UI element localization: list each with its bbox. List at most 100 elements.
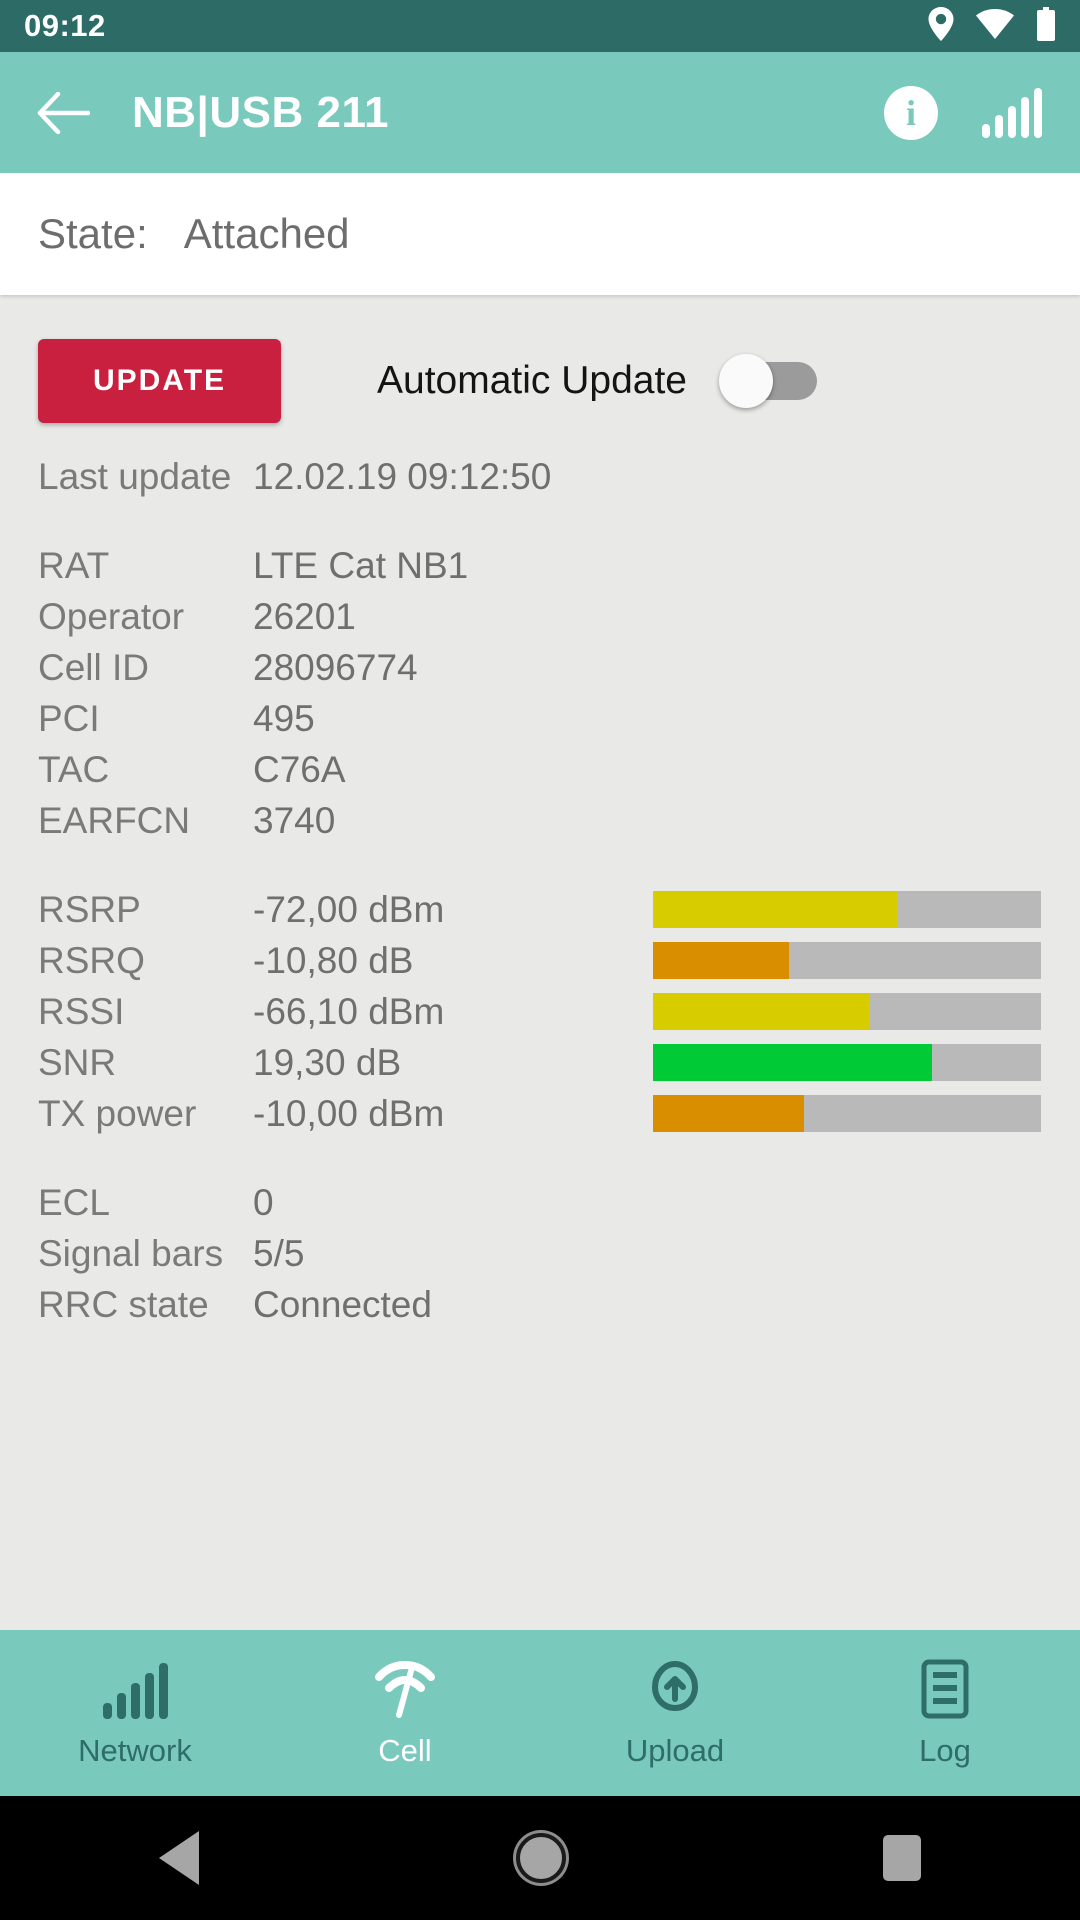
data-row: ECL 0 bbox=[38, 1177, 1042, 1228]
data-row: RAT LTE Cat NB1 bbox=[38, 540, 1042, 591]
row-value: 28096774 bbox=[253, 646, 418, 688]
row-key: RAT bbox=[38, 544, 110, 586]
data-row: Cell ID 28096774 bbox=[38, 642, 1042, 693]
state-label: State: bbox=[38, 210, 148, 257]
toggle-thumb bbox=[719, 354, 774, 408]
wifi-icon bbox=[976, 8, 1014, 44]
nav-tab-cell[interactable]: Cell bbox=[270, 1630, 540, 1796]
data-row: RSRP -72,00 dBm bbox=[38, 884, 1042, 935]
location-icon bbox=[928, 6, 954, 46]
android-back-icon[interactable] bbox=[158, 1831, 199, 1885]
last-update-group: Last update 12.02.19 09:12:50 bbox=[38, 451, 1042, 502]
row-value: 12.02.19 09:12:50 bbox=[253, 455, 552, 497]
nav-tab-log[interactable]: Log bbox=[810, 1630, 1080, 1796]
row-value: -10,00 dBm bbox=[253, 1092, 445, 1134]
row-key: TAC bbox=[38, 748, 110, 790]
data-row: RRC state Connected bbox=[38, 1279, 1042, 1330]
nav-tab-label: Cell bbox=[378, 1733, 432, 1768]
nav-tab-label: Log bbox=[919, 1733, 971, 1768]
signal-bars-icon bbox=[102, 1663, 168, 1719]
data-row: TX power -10,00 dBm bbox=[38, 1088, 1042, 1139]
data-row: SNR 19,30 dB bbox=[38, 1037, 1042, 1088]
data-row: PCI 495 bbox=[38, 693, 1042, 744]
data-row: EARFCN 3740 bbox=[38, 795, 1042, 846]
row-value: LTE Cat NB1 bbox=[253, 544, 469, 586]
data-row: Last update 12.02.19 09:12:50 bbox=[38, 451, 1042, 502]
row-key: SNR bbox=[38, 1041, 117, 1083]
row-key: RSSI bbox=[38, 990, 125, 1032]
app-bar: NB|USB 211 i bbox=[0, 52, 1080, 173]
nav-tab-upload[interactable]: Upload bbox=[540, 1630, 810, 1796]
metric-bar-fill bbox=[653, 891, 898, 928]
page-title: NB|USB 211 bbox=[132, 87, 389, 137]
nav-icon-wrapper bbox=[920, 1657, 970, 1719]
row-value: C76A bbox=[253, 748, 346, 790]
row-key: EARFCN bbox=[38, 799, 191, 841]
row-value: 19,30 dB bbox=[253, 1041, 402, 1083]
battery-icon bbox=[1036, 6, 1056, 46]
row-key: PCI bbox=[38, 697, 100, 739]
row-key: RSRP bbox=[38, 888, 141, 930]
metric-bar bbox=[653, 1095, 1041, 1132]
nav-tab-label: Upload bbox=[625, 1733, 725, 1768]
app-bar-actions: i bbox=[884, 85, 1048, 140]
nav-tab-label: Network bbox=[78, 1733, 192, 1768]
back-button[interactable] bbox=[32, 82, 94, 144]
row-key: RSRQ bbox=[38, 939, 145, 981]
row-value: 495 bbox=[253, 697, 315, 739]
back-arrow-icon bbox=[37, 91, 90, 134]
row-key: Signal bars bbox=[38, 1232, 224, 1274]
signal-bars-icon[interactable] bbox=[982, 87, 1042, 138]
auto-update-label: Automatic Update bbox=[377, 359, 688, 402]
data-row: Signal bars 5/5 bbox=[38, 1228, 1042, 1279]
signal-metrics-group: RSRP -72,00 dBm RSRQ -10,80 dB RSSI -66,10 dB… bbox=[38, 884, 1042, 1139]
android-recents-icon[interactable] bbox=[883, 1835, 922, 1881]
metric-bar bbox=[653, 1044, 1041, 1081]
log-list-icon bbox=[921, 1659, 969, 1719]
row-value: -66,10 dBm bbox=[253, 990, 445, 1032]
state-value: Attached bbox=[183, 210, 350, 257]
app-root: 09:12 NB|USB 211 i State: Attached UPDAT… bbox=[0, 0, 1080, 1920]
metric-bar-fill bbox=[653, 1044, 933, 1081]
nav-icon-wrapper bbox=[102, 1657, 168, 1719]
nav-tab-network[interactable]: Network bbox=[0, 1630, 270, 1796]
row-value: 26201 bbox=[253, 595, 356, 637]
row-key: Last update bbox=[38, 455, 232, 497]
row-key: TX power bbox=[38, 1092, 197, 1134]
nav-icon-wrapper bbox=[644, 1657, 706, 1719]
row-value: 3740 bbox=[253, 799, 336, 841]
status-icons bbox=[928, 6, 1056, 46]
controls-row: UPDATE Automatic Update bbox=[38, 295, 1042, 445]
metric-bar bbox=[653, 993, 1041, 1030]
data-row: TAC C76A bbox=[38, 744, 1042, 795]
row-key: ECL bbox=[38, 1181, 110, 1223]
auto-update-toggle[interactable] bbox=[719, 354, 818, 408]
main-content: UPDATE Automatic Update Last update 12.02… bbox=[0, 295, 1080, 1630]
android-home-icon[interactable] bbox=[515, 1833, 566, 1883]
row-value: -10,80 dB bbox=[253, 939, 414, 981]
metric-bar-fill bbox=[653, 942, 789, 979]
row-value: 0 bbox=[253, 1181, 274, 1223]
cell-antenna-icon bbox=[375, 1661, 435, 1718]
bottom-navigation: Network Cell Upload Log bbox=[0, 1630, 1080, 1796]
metric-bar-fill bbox=[653, 993, 871, 1030]
nav-icon-wrapper bbox=[373, 1657, 437, 1719]
row-key: RRC state bbox=[38, 1283, 209, 1325]
row-key: Cell ID bbox=[38, 646, 150, 688]
metric-bar bbox=[653, 942, 1041, 979]
cloud-upload-icon bbox=[652, 1661, 698, 1711]
data-row: Operator 26201 bbox=[38, 591, 1042, 642]
system-status-bar: 09:12 bbox=[0, 0, 1080, 52]
row-value: Connected bbox=[253, 1283, 432, 1325]
row-value: 5/5 bbox=[253, 1232, 305, 1274]
update-button[interactable]: UPDATE bbox=[38, 339, 281, 423]
data-row: RSRQ -10,80 dB bbox=[38, 935, 1042, 986]
metric-bar bbox=[653, 891, 1041, 928]
state-card: State: Attached bbox=[0, 173, 1080, 295]
info-icon[interactable]: i bbox=[884, 85, 938, 140]
row-key: Operator bbox=[38, 595, 185, 637]
android-navigation-bar bbox=[0, 1796, 1080, 1920]
cell-info-group: RAT LTE Cat NB1 Operator 26201 Cell ID 280967… bbox=[38, 540, 1042, 846]
row-value: -72,00 dBm bbox=[253, 888, 445, 930]
data-row: RSSI -66,10 dBm bbox=[38, 986, 1042, 1037]
